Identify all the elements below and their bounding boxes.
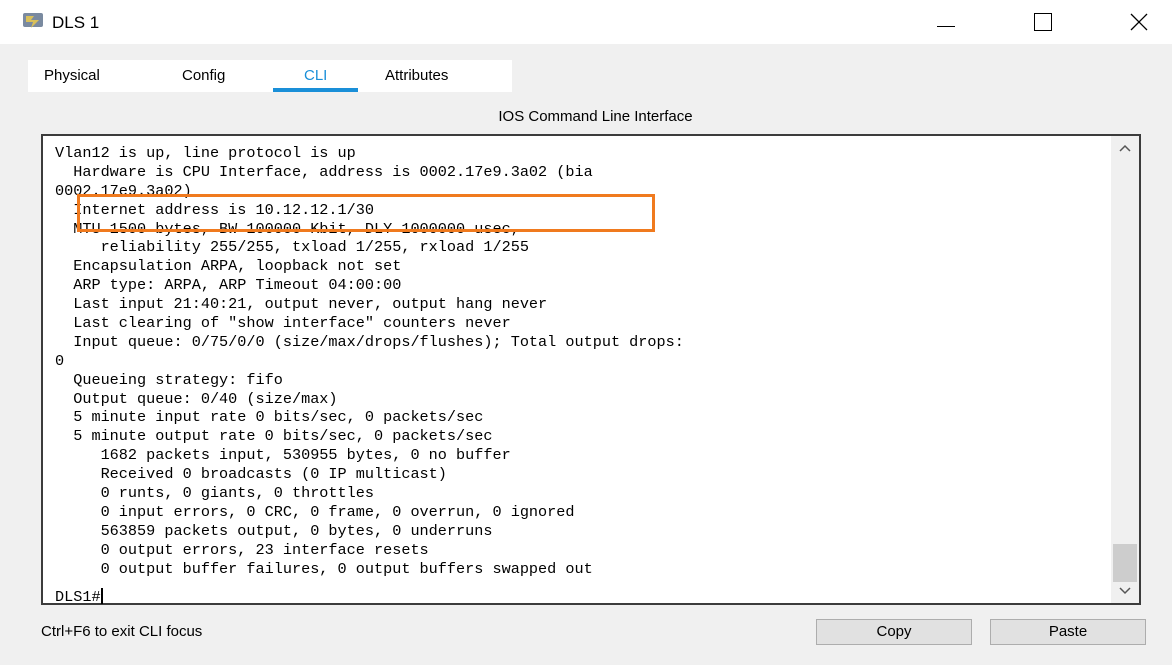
- terminal-prompt-line[interactable]: DLS1#: [55, 588, 103, 606]
- scroll-up-icon[interactable]: [1119, 144, 1131, 152]
- terminal-line: reliability 255/255, txload 1/255, rxloa…: [55, 238, 529, 257]
- highlight-annotation: [77, 194, 655, 232]
- terminal-line: Input queue: 0/75/0/0 (size/max/drops/fl…: [55, 332, 684, 351]
- minimize-button[interactable]: [917, 4, 977, 40]
- copy-button[interactable]: Copy: [816, 619, 972, 645]
- terminal-line: 5 minute input rate 0 bits/sec, 0 packet…: [55, 408, 484, 427]
- panel-title: IOS Command Line Interface: [498, 108, 693, 125]
- paste-button[interactable]: Paste: [990, 619, 1146, 645]
- maximize-button[interactable]: [1013, 4, 1073, 40]
- scroll-down-icon[interactable]: [1119, 587, 1131, 595]
- terminal-line: Vlan12 is up, line protocol is up: [55, 144, 356, 162]
- switch-app-icon: [23, 13, 43, 28]
- tab-cli[interactable]: CLI: [304, 67, 327, 84]
- terminal-line: 563859 packets output, 0 bytes, 0 underr…: [55, 521, 493, 540]
- scroll-thumb[interactable]: [1113, 544, 1137, 582]
- cli-terminal[interactable]: Vlan12 is up, line protocol is up Hardwa…: [41, 134, 1141, 606]
- terminal-line: 0: [55, 351, 65, 370]
- vertical-scrollbar[interactable]: [1111, 136, 1139, 603]
- terminal-line: Received 0 broadcasts (0 IP multicast): [55, 465, 447, 484]
- text-cursor: [100, 588, 103, 604]
- tab-config[interactable]: Config: [182, 67, 225, 84]
- window-title: DLS 1: [52, 13, 100, 32]
- terminal-prompt: DLS1#: [55, 588, 101, 606]
- close-icon: [1130, 13, 1148, 31]
- cli-window: DLS 1 Physical Config CLI Attributes IOS…: [0, 0, 1172, 665]
- tab-physical[interactable]: Physical: [44, 67, 100, 84]
- terminal-line: Last input 21:40:21, output never, outpu…: [55, 295, 548, 314]
- terminal-line: 0 input errors, 0 CRC, 0 frame, 0 overru…: [55, 502, 575, 521]
- terminal-line: ARP type: ARPA, ARP Timeout 04:00:00: [55, 276, 402, 295]
- terminal-line: Encapsulation ARPA, loopback not set: [55, 257, 402, 276]
- terminal-line: Hardware is CPU Interface, address is 00…: [55, 162, 593, 181]
- terminal-line: 0 output buffer failures, 0 output buffe…: [55, 559, 593, 578]
- terminal-line: 0 runts, 0 giants, 0 throttles: [55, 484, 374, 503]
- terminal-line: 5 minute output rate 0 bits/sec, 0 packe…: [55, 427, 493, 446]
- terminal-line: 0 output errors, 23 interface resets: [55, 540, 429, 559]
- tab-attributes[interactable]: Attributes: [385, 67, 448, 84]
- terminal-line: 1682 packets input, 530955 bytes, 0 no b…: [55, 446, 511, 465]
- title-bar: DLS 1: [0, 0, 1172, 44]
- close-button[interactable]: [1110, 4, 1170, 40]
- terminal-line: Last clearing of "show interface" counte…: [55, 314, 511, 333]
- terminal-line: Output queue: 0/40 (size/max): [55, 389, 338, 408]
- terminal-line: Queueing strategy: fifo: [55, 370, 283, 389]
- cli-focus-hint: Ctrl+F6 to exit CLI focus: [41, 623, 203, 640]
- tab-bar: Physical Config CLI Attributes: [28, 60, 1148, 92]
